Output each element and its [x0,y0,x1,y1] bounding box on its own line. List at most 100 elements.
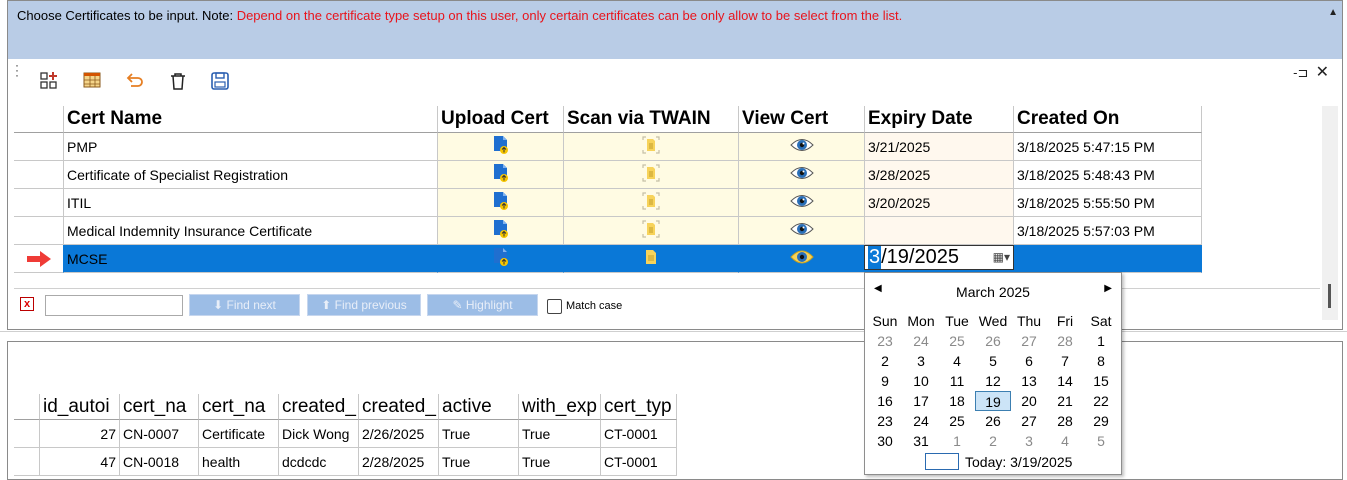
lookup-cell[interactable]: 2/28/2025 [359,448,439,476]
lookup-cell[interactable]: CT-0001 [601,420,677,448]
calendar-day[interactable]: 29 [1083,411,1119,431]
scan-twain-button[interactable] [564,133,739,161]
expiry-date-cell[interactable]: 3/28/2025 [865,161,1014,189]
calendar-day[interactable]: 10 [903,371,939,391]
calendar-day[interactable]: 5 [1083,431,1119,451]
calendar-day[interactable]: 11 [939,371,975,391]
upload-cert-button[interactable] [438,217,564,245]
table-row[interactable]: Certificate of Specialist Registration 3/… [14,161,1202,189]
upload-cert-button[interactable] [438,161,564,189]
cert-name-cell[interactable]: MCSE [64,245,438,273]
row-indicator[interactable] [14,133,64,161]
column-header-expiry-date[interactable]: Expiry Date [865,106,1014,133]
close-icon[interactable]: ✕ [1316,64,1329,81]
lookup-column-header[interactable]: with_exp [519,394,601,420]
find-previous-button[interactable]: ⬆ Find previous [307,294,421,316]
lookup-column-header[interactable]: id_autoi [40,394,120,420]
collapse-arrow-icon[interactable]: ▲ [1328,7,1338,18]
toolbar-grip-icon[interactable]: · · · [15,59,19,81]
calendar-day[interactable]: 3 [903,351,939,371]
calendar-day[interactable]: 16 [867,391,903,411]
column-header-created-on[interactable]: Created On [1014,106,1202,133]
lookup-cell[interactable]: CN-0018 [120,448,199,476]
column-header-cert-name[interactable]: Cert Name [64,106,438,133]
calendar-day[interactable]: 27 [1011,331,1047,351]
calendar-day[interactable]: 28 [1047,411,1083,431]
calendar-day[interactable]: 21 [1047,391,1083,411]
lookup-column-header[interactable]: created_ [359,394,439,420]
calendar-day[interactable]: 28 [1047,331,1083,351]
delete-button[interactable] [166,69,190,93]
upload-cert-button[interactable] [438,133,564,161]
panel-splitter[interactable] [0,331,1347,341]
table-row[interactable]: ITIL 3/20/2025 3/18/2025 5:55:50 PM [14,189,1202,217]
calendar-dropdown-icon[interactable]: ▦▾ [993,250,1010,264]
table-edit-button[interactable] [81,69,105,93]
undo-button[interactable] [123,69,147,93]
column-header-view-cert[interactable]: View Cert [739,106,865,133]
lookup-cell[interactable]: Certificate [199,420,279,448]
calendar-day[interactable]: 14 [1047,371,1083,391]
vertical-scrollbar[interactable] [1322,106,1338,320]
lookup-cell[interactable]: Dick Wong [279,420,359,448]
row-indicator[interactable] [14,189,64,217]
calendar-day[interactable]: 8 [1083,351,1119,371]
highlight-button[interactable]: ✎ Highlight [427,294,538,316]
calendar-day[interactable]: 25 [939,331,975,351]
lookup-cell[interactable]: dcdcdc [279,448,359,476]
calendar-day[interactable]: 23 [867,331,903,351]
lookup-cell[interactable]: True [439,448,519,476]
expiry-date-editor[interactable]: 3/19/2025 ▦▾ [864,245,1014,270]
save-button[interactable] [208,69,232,93]
view-cert-button[interactable] [739,245,865,273]
calendar-day[interactable]: 17 [903,391,939,411]
lookup-column-header[interactable]: active [439,394,519,420]
table-row[interactable]: Medical Indemnity Insurance Certificate 3… [14,217,1202,245]
calendar-day[interactable]: 24 [903,331,939,351]
lookup-cell[interactable]: True [519,420,601,448]
row-indicator[interactable] [14,161,64,189]
calendar-day[interactable]: 24 [903,411,939,431]
scrollbar-thumb[interactable] [1328,284,1331,308]
calendar-day[interactable]: 26 [975,331,1011,351]
expiry-date-cell[interactable]: 3/20/2025 [865,189,1014,217]
calendar-day[interactable]: 2 [975,431,1011,451]
calendar-day[interactable]: 6 [1011,351,1047,371]
grid-add-button[interactable] [38,69,62,93]
calendar-day[interactable]: 26 [975,411,1011,431]
lookup-cell[interactable]: CT-0001 [601,448,677,476]
row-indicator[interactable] [14,217,64,245]
calendar-day[interactable]: 5 [975,351,1011,371]
column-header-scan-twain[interactable]: Scan via TWAIN [564,106,739,133]
view-cert-button[interactable] [739,217,865,245]
lookup-cell[interactable]: 27 [40,420,120,448]
view-cert-button[interactable] [739,161,865,189]
pin-icon[interactable]: -⊐ [1293,65,1308,80]
calendar-day[interactable]: 12 [975,371,1011,391]
expiry-date-cell[interactable]: 3/21/2025 [865,133,1014,161]
calendar-day[interactable]: 27 [1011,411,1047,431]
scan-twain-button[interactable] [564,217,739,245]
calendar-day[interactable]: 25 [939,411,975,431]
find-close-icon[interactable]: x [20,297,34,311]
calendar-day[interactable]: 7 [1047,351,1083,371]
scan-twain-button[interactable] [564,161,739,189]
lookup-cell[interactable]: True [519,448,601,476]
calendar-day[interactable]: 23 [867,411,903,431]
lookup-column-header[interactable]: cert_na [120,394,199,420]
view-cert-button[interactable] [739,133,865,161]
calendar-day[interactable]: 2 [867,351,903,371]
cert-name-cell[interactable]: Medical Indemnity Insurance Certificate [64,217,438,245]
lookup-column-header[interactable]: created_ [279,394,359,420]
row-indicator[interactable] [14,245,64,273]
lookup-cell[interactable]: 2/26/2025 [359,420,439,448]
calendar-day[interactable]: 4 [1047,431,1083,451]
calendar-day[interactable]: 30 [867,431,903,451]
lookup-column-header[interactable]: cert_typ [601,394,677,420]
calendar-day[interactable]: 4 [939,351,975,371]
lookup-cell[interactable]: True [439,420,519,448]
column-header-upload-cert[interactable]: Upload Cert [438,106,564,133]
calendar-day[interactable]: 1 [1083,331,1119,351]
lookup-cell[interactable]: 47 [40,448,120,476]
calendar-day[interactable]: 9 [867,371,903,391]
